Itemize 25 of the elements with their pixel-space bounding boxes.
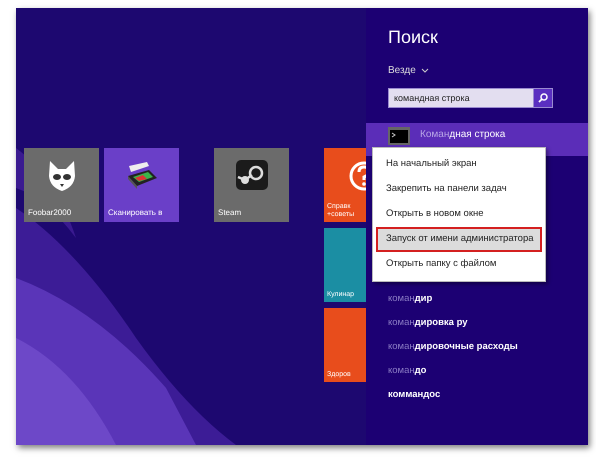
steam-logo-icon bbox=[236, 160, 268, 190]
suggestion-item[interactable]: командир bbox=[388, 292, 588, 306]
terminal-icon bbox=[388, 127, 410, 145]
panel-title: Поиск bbox=[388, 26, 439, 49]
suggestion-item[interactable]: командировочные расходы bbox=[388, 340, 588, 354]
app-tile[interactable]: Сканировать в bbox=[104, 148, 179, 222]
tile-label: Foobar2000 bbox=[28, 208, 72, 218]
app-tile[interactable]: Foobar2000 bbox=[24, 148, 99, 222]
menu-item[interactable]: Открыть в новом окне bbox=[376, 202, 542, 227]
suggestion-item[interactable]: командо bbox=[388, 364, 588, 378]
search-button[interactable] bbox=[533, 88, 553, 108]
suggestion-item[interactable]: командировка ру bbox=[388, 316, 588, 330]
scope-dropdown[interactable]: Везде bbox=[388, 63, 429, 78]
menu-item[interactable]: Закрепить на панели задач bbox=[376, 177, 542, 202]
chevron-down-icon bbox=[420, 68, 429, 73]
menu-item[interactable]: Запуск от имени администратора bbox=[376, 227, 542, 252]
search-field[interactable]: командная строка bbox=[388, 88, 533, 108]
suggestion-item[interactable]: коммандос bbox=[388, 388, 588, 402]
menu-item[interactable]: Открыть папку с файлом bbox=[376, 252, 542, 277]
app-tile[interactable]: Steam bbox=[214, 148, 289, 222]
tile-label: Steam bbox=[218, 208, 242, 218]
result-title: Командная строка bbox=[420, 128, 506, 142]
tile-label: Сканировать в bbox=[108, 208, 164, 218]
search-icon bbox=[538, 93, 548, 103]
cat-head-icon bbox=[46, 160, 76, 192]
